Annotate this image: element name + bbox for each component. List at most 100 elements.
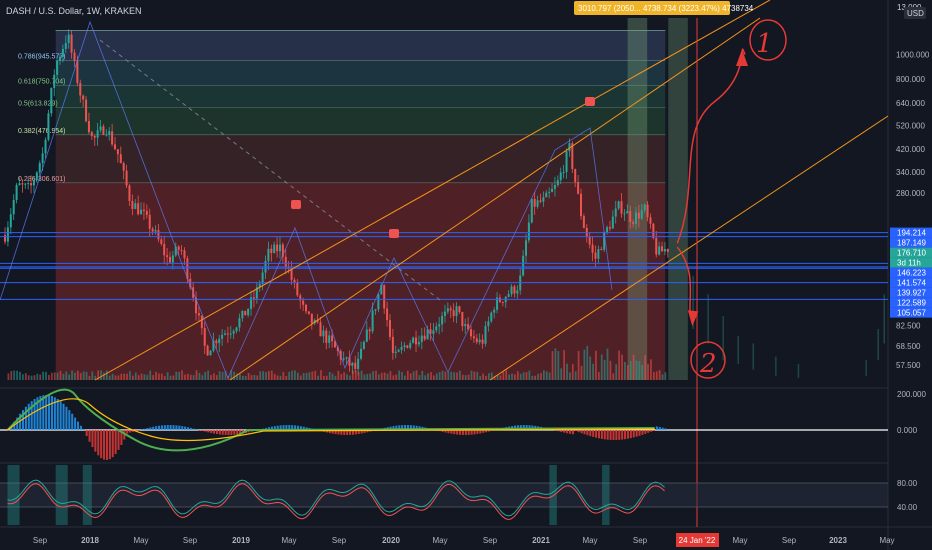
volume-bar <box>470 370 473 380</box>
candle-body <box>617 201 620 209</box>
macd-tick-label: 200.000 <box>897 390 926 399</box>
volume-bar <box>427 373 429 380</box>
candle-body <box>9 214 12 228</box>
volume-bar <box>181 370 183 380</box>
time-tick-label[interactable]: Sep <box>33 536 48 545</box>
volume-bar <box>551 351 554 380</box>
candle-body <box>501 301 504 303</box>
candle-body <box>397 349 400 352</box>
candle-body <box>267 248 270 261</box>
time-tick-label[interactable]: Sep <box>183 536 198 545</box>
candle-body <box>12 200 15 215</box>
volume-bar <box>545 371 548 380</box>
macd-histogram-bar <box>184 426 187 430</box>
macd-histogram-bar <box>650 430 653 432</box>
candle-body <box>365 329 368 342</box>
volume-bar <box>45 371 47 380</box>
macd-histogram-bar <box>103 430 106 460</box>
volume-bar <box>317 375 319 380</box>
volume-bar <box>444 371 447 380</box>
price-tick-label: 57.500 <box>896 361 921 370</box>
future-candle <box>737 335 739 364</box>
time-tick-label[interactable]: May <box>432 536 447 545</box>
price-badge-text[interactable]: 146.223 <box>897 269 926 278</box>
candle-body <box>305 304 308 312</box>
time-tick-label[interactable]: May <box>133 536 148 545</box>
volume-bar <box>346 374 348 380</box>
volume-bar <box>207 370 209 380</box>
macd-histogram-bar <box>146 428 149 430</box>
candle-body <box>623 213 626 215</box>
time-tick-label[interactable]: Sep <box>633 536 648 545</box>
candle-body <box>368 329 371 332</box>
candle-body <box>131 200 134 209</box>
time-tick-label[interactable]: 2019 <box>232 536 250 545</box>
macd-histogram-bar <box>618 430 621 440</box>
candle-body <box>113 144 117 150</box>
volume-bar <box>409 373 412 380</box>
time-tick-label[interactable]: 2021 <box>532 536 550 545</box>
price-badge-text[interactable]: 3d 11h <box>897 259 921 268</box>
volume-bar <box>71 370 73 380</box>
macd-histogram-bar <box>612 430 615 440</box>
signal-marker <box>291 200 301 209</box>
macd-histogram-bar <box>163 425 166 430</box>
volume-bar <box>597 372 600 380</box>
currency-badge[interactable]: USD <box>904 7 926 19</box>
macd-histogram-bar <box>233 430 236 435</box>
volume-bar <box>476 371 479 380</box>
price-badge-text[interactable]: 141.574 <box>897 279 926 288</box>
volume-bar <box>621 354 623 380</box>
price-badge-text[interactable]: 105.057 <box>897 309 926 318</box>
candle-body <box>90 132 93 136</box>
time-tick-label[interactable]: 2023 <box>829 536 847 545</box>
volume-bar <box>39 374 42 380</box>
macd-histogram-bar <box>592 430 595 437</box>
volume-bar <box>612 373 615 380</box>
candle-body <box>637 212 640 219</box>
candle-body <box>93 135 96 138</box>
volume-bar <box>192 375 195 380</box>
candle-body <box>449 308 452 311</box>
volume-bar <box>279 375 282 380</box>
volume-bar <box>583 349 586 380</box>
time-tick-label[interactable]: 2020 <box>382 536 400 545</box>
wave-2-label: 2 <box>699 349 717 379</box>
time-tick-label[interactable]: May <box>732 536 747 545</box>
price-badge-text[interactable]: 122.589 <box>897 299 926 308</box>
candle-body <box>562 172 565 174</box>
volume-bar <box>638 361 641 380</box>
macd-histogram-bar <box>178 425 181 430</box>
volume-bar <box>626 364 629 380</box>
candle-body <box>594 252 597 259</box>
candle-body <box>4 234 7 242</box>
candle-body <box>284 256 287 267</box>
candle-body <box>229 333 232 335</box>
volume-bar <box>632 354 635 380</box>
candle-body <box>247 308 250 316</box>
price-badge-text[interactable]: 187.149 <box>897 239 926 248</box>
candle-body <box>171 255 174 263</box>
date-cursor-text[interactable]: 24 Jan '22 <box>679 536 716 545</box>
candle-body <box>203 328 206 346</box>
price-badge-text[interactable]: 139.927 <box>897 289 926 298</box>
volume-bar <box>247 373 250 380</box>
chart-canvas[interactable]: 0.786(945.577)0.618(750.704)0.5(613.829)… <box>0 0 932 550</box>
time-tick-label[interactable]: Sep <box>782 536 797 545</box>
time-tick-label[interactable]: 2018 <box>81 536 99 545</box>
time-tick-label[interactable]: Sep <box>332 536 347 545</box>
time-tick-label[interactable]: Sep <box>483 536 498 545</box>
time-tick-label[interactable]: May <box>281 536 296 545</box>
candle-body <box>168 256 172 263</box>
candle-body <box>331 335 334 342</box>
price-badge-text[interactable]: 176.710 <box>897 249 926 258</box>
time-tick-label[interactable]: May <box>879 536 894 545</box>
volume-bar <box>273 373 276 380</box>
volume-bar <box>479 375 482 380</box>
candle-body <box>82 95 85 100</box>
price-badge-text[interactable]: 194.214 <box>897 229 926 238</box>
time-tick-label[interactable]: May <box>582 536 597 545</box>
candle-body <box>41 153 44 164</box>
volume-bar <box>36 373 39 380</box>
macd-histogram-bar <box>189 427 192 430</box>
